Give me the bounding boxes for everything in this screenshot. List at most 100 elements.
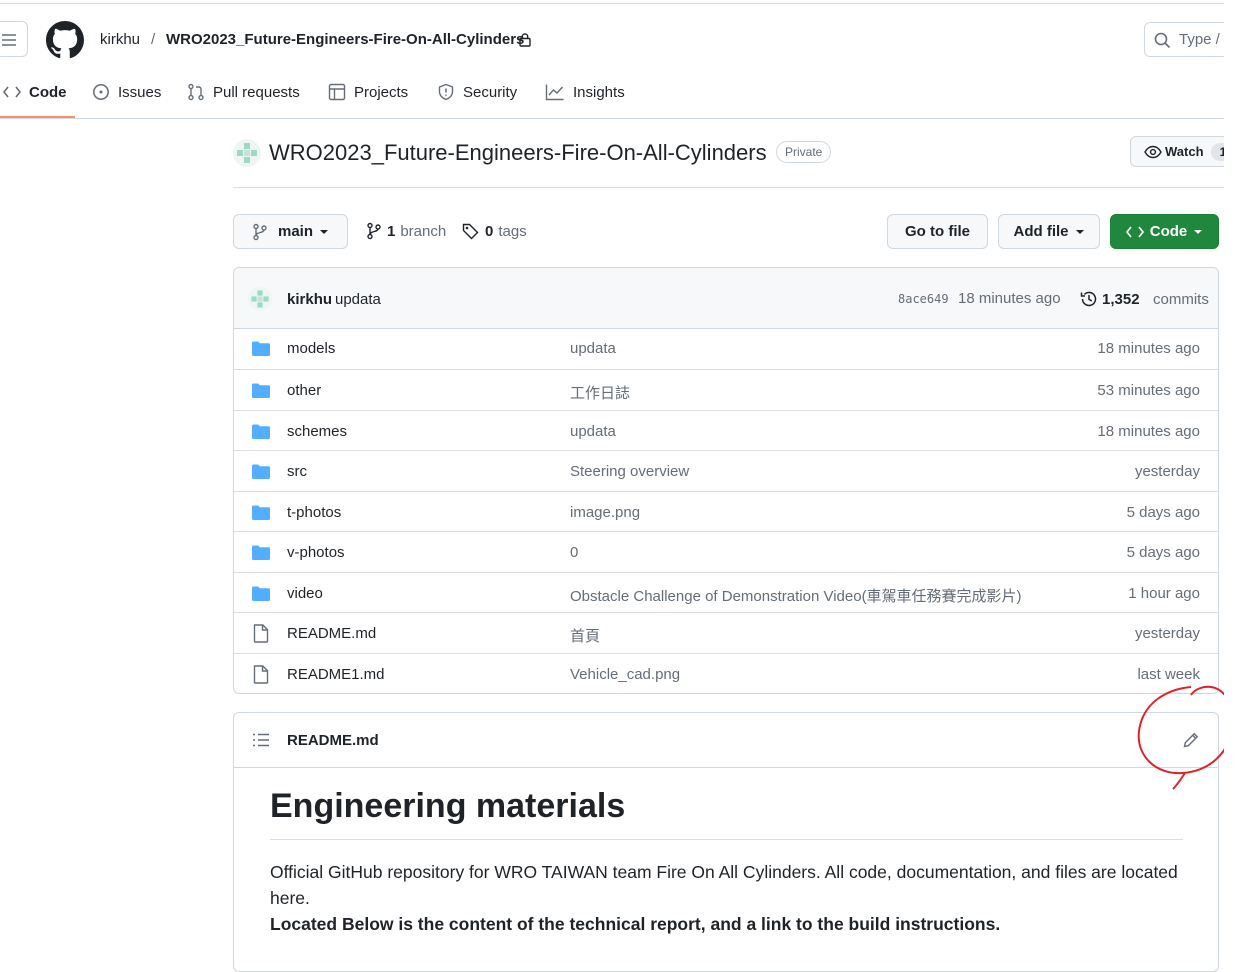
file-commit-message[interactable]: 工作日誌 — [570, 382, 630, 403]
file-row[interactable]: schemes updata 18 minutes ago — [234, 410, 1218, 452]
file-age: 5 days ago — [1126, 544, 1200, 561]
file-row[interactable]: other 工作日誌 53 minutes ago — [234, 369, 1218, 411]
commit-count-label[interactable]: commits — [1153, 291, 1209, 308]
file-age: 1 hour ago — [1128, 585, 1200, 602]
tag-count: 0 — [485, 222, 494, 240]
tab-label: Security — [463, 83, 518, 101]
tab-label: Pull requests — [213, 83, 300, 101]
file-name[interactable]: v-photos — [287, 544, 345, 561]
commit-time: 18 minutes ago — [958, 290, 1061, 307]
branches-link[interactable]: 1 branch — [366, 222, 446, 240]
file-name[interactable]: t-photos — [287, 504, 341, 521]
file-name[interactable]: video — [287, 585, 323, 602]
table-icon — [328, 83, 346, 101]
caret-down-icon — [1193, 229, 1203, 235]
readme-filename[interactable]: README.md — [287, 732, 379, 749]
file-row[interactable]: video Obstacle Challenge of Demonstratio… — [234, 572, 1218, 614]
caret-down-icon — [319, 229, 329, 235]
tab-pull-requests[interactable]: Pull requests — [187, 82, 300, 102]
file-name[interactable]: models — [287, 340, 335, 357]
file-row[interactable]: README.md 首頁 yesterday — [234, 612, 1218, 654]
branch-select-button[interactable]: main — [233, 214, 348, 249]
tab-security[interactable]: Security — [437, 82, 517, 102]
file-commit-message[interactable]: Steering overview — [570, 463, 689, 480]
file-row[interactable]: src Steering overview yesterday — [234, 450, 1218, 492]
file-age: yesterday — [1134, 625, 1200, 642]
avatar[interactable] — [248, 287, 272, 311]
watch-label: Watch — [1165, 144, 1204, 159]
file-row[interactable]: README1.md Vehicle_cad.png last week — [234, 653, 1218, 693]
readme-intro-text: Official GitHub repository for WRO TAIWA… — [270, 862, 1178, 908]
tab-label: Code — [29, 83, 67, 101]
git-branch-icon — [252, 223, 268, 241]
issue-icon — [92, 83, 110, 101]
commit-author[interactable]: kirkhu — [287, 291, 332, 308]
tab-code[interactable]: Code — [3, 82, 67, 102]
tab-label: Issues — [118, 83, 162, 101]
tag-label: tags — [498, 222, 527, 240]
commit-sha[interactable]: 8ace649 — [898, 292, 949, 306]
list-icon[interactable] — [252, 733, 270, 747]
folder-icon — [252, 383, 270, 402]
shield-icon — [437, 83, 455, 101]
code-button[interactable]: Code — [1110, 214, 1219, 249]
folder-icon — [252, 464, 270, 483]
code-icon — [1125, 225, 1144, 239]
annotation-circle — [1137, 685, 1235, 790]
branch-label: branch — [400, 222, 447, 240]
add-file-label: Add file — [1013, 223, 1069, 240]
file-name[interactable]: README.md — [287, 625, 376, 642]
branch-name: main — [277, 223, 313, 240]
file-name[interactable]: src — [287, 463, 307, 480]
tab-issues[interactable]: Issues — [92, 82, 161, 102]
add-file-button[interactable]: Add file — [998, 214, 1100, 249]
file-icon — [253, 624, 269, 647]
heading-rule — [270, 839, 1183, 840]
file-commit-message[interactable]: Obstacle Challenge of Demonstration Vide… — [570, 585, 1022, 606]
branch-count: 1 — [387, 222, 396, 240]
latest-commit-bar: kirkhu updata 8ace649 18 minutes ago 1,3… — [234, 268, 1218, 329]
file-name[interactable]: README1.md — [287, 666, 385, 683]
file-commit-message[interactable]: 0 — [570, 544, 578, 561]
file-age: last week — [1137, 666, 1200, 683]
file-commit-message[interactable]: Vehicle_cad.png — [570, 666, 680, 683]
tab-projects[interactable]: Projects — [328, 82, 408, 102]
top-header: kirkhu / WRO2023_Future-Engineers-Fire-O… — [0, 0, 1234, 119]
tags-link[interactable]: 0 tags — [462, 222, 527, 240]
search-placeholder: Type / — [1179, 31, 1220, 48]
folder-icon — [252, 424, 270, 443]
search-input[interactable]: Type / — [1144, 22, 1234, 57]
commit-count[interactable]: 1,352 — [1102, 291, 1140, 308]
file-age: 5 days ago — [1126, 504, 1200, 521]
lock-icon — [518, 32, 532, 47]
breadcrumb-owner[interactable]: kirkhu — [100, 31, 140, 48]
repo-title[interactable]: WRO2023_Future-Engineers-Fire-On-All-Cyl… — [269, 140, 767, 166]
github-logo-icon[interactable] — [46, 21, 84, 59]
tab-label: Insights — [573, 83, 625, 101]
watch-button[interactable]: Watch 1 — [1130, 136, 1237, 167]
repo-avatar[interactable] — [233, 139, 261, 167]
breadcrumb-repo[interactable]: WRO2023_Future-Engineers-Fire-On-All-Cyl… — [166, 31, 524, 48]
title-separator — [233, 187, 1224, 188]
file-row[interactable]: models updata 18 minutes ago — [234, 328, 1218, 369]
tab-insights[interactable]: Insights — [545, 82, 625, 102]
file-age: 18 minutes ago — [1097, 340, 1200, 357]
menu-button[interactable] — [0, 21, 28, 57]
file-name[interactable]: other — [287, 382, 321, 399]
active-tab-indicator — [0, 116, 75, 118]
file-commit-message[interactable]: updata — [570, 423, 616, 440]
hamburger-icon — [2, 34, 16, 46]
file-row[interactable]: v-photos 0 5 days ago — [234, 531, 1218, 573]
commit-message[interactable]: updata — [335, 291, 381, 308]
file-commit-message[interactable]: 首頁 — [570, 625, 600, 646]
file-commit-message[interactable]: image.png — [570, 504, 640, 521]
file-age: 18 minutes ago — [1097, 423, 1200, 440]
go-to-file-button[interactable]: Go to file — [887, 214, 988, 249]
git-branch-icon — [366, 222, 382, 240]
tab-label: Projects — [354, 83, 409, 101]
file-row[interactable]: t-photos image.png 5 days ago — [234, 491, 1218, 533]
file-commit-message[interactable]: updata — [570, 340, 616, 357]
file-name[interactable]: schemes — [287, 423, 347, 440]
pull-request-icon — [187, 83, 205, 101]
readme-panel: README.md Engineering materials Official… — [233, 712, 1219, 972]
